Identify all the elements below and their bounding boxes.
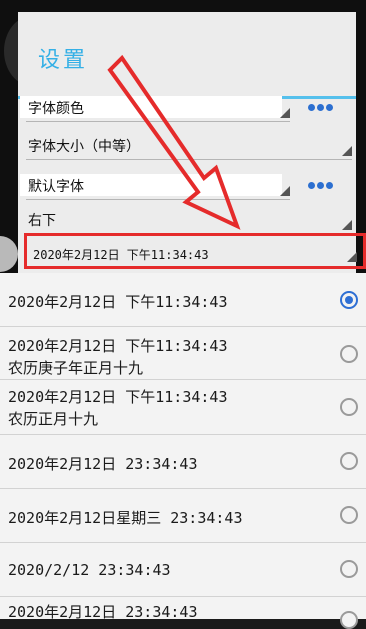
radio-button[interactable] [340,506,358,524]
list-item[interactable]: 2020年2月12日星期三 23:34:43 [0,489,366,543]
radio-button[interactable] [340,452,358,470]
list-item[interactable]: 2020年2月12日 下午11:34:43 农历正月十九 [0,380,366,435]
radio-button[interactable] [340,345,358,363]
list-item[interactable]: 2020年2月12日 23:34:43 [0,435,366,489]
list-item[interactable]: 2020年2月12日 下午11:34:43 [0,273,366,327]
radio-button[interactable] [340,291,358,309]
list-item[interactable]: 2020年2月12日 23:34:43 [0,597,366,629]
date-format-list: 2020年2月12日 下午11:34:43 2020年2月12日 下午11:34… [0,273,366,629]
list-item[interactable]: 2020年2月12日 下午11:34:43 农历庚子年正月十九 [0,327,366,380]
radio-button[interactable] [340,611,358,629]
radio-button[interactable] [340,398,358,416]
list-item[interactable]: 2020/2/12 23:34:43 [0,543,366,597]
radio-button[interactable] [340,560,358,578]
